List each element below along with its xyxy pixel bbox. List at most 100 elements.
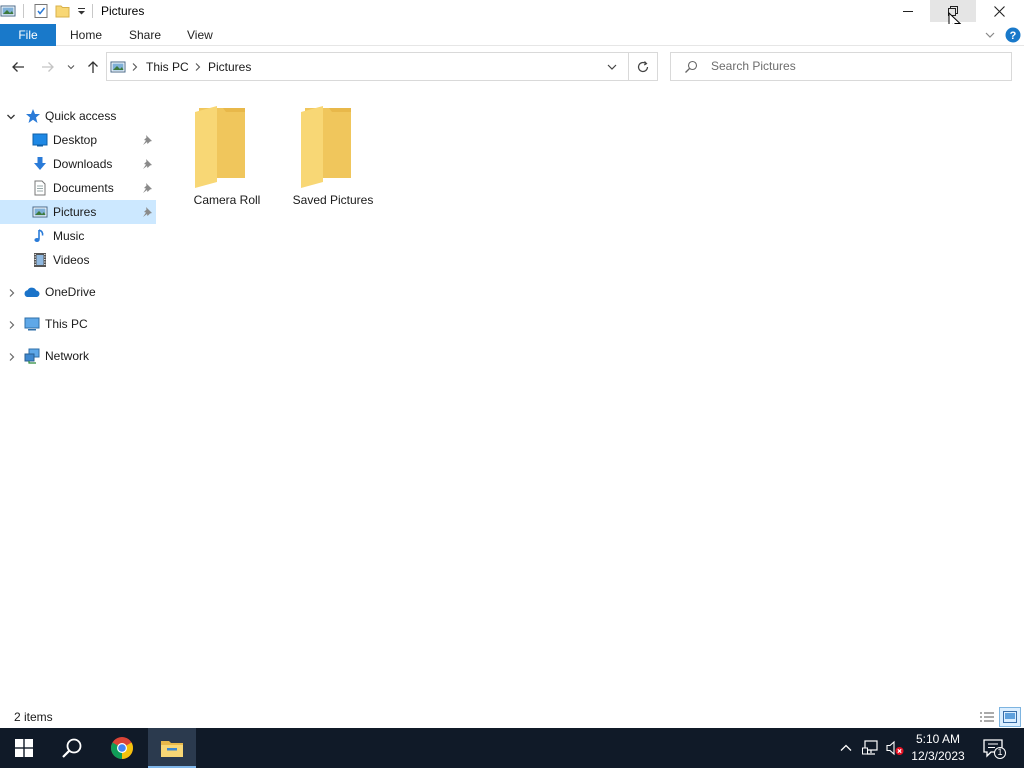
videos-icon	[32, 252, 48, 271]
status-bar: 2 items	[0, 706, 1024, 728]
volume-button[interactable]	[886, 740, 904, 759]
title-bar[interactable]: Pictures	[0, 0, 1024, 32]
chevron-down-icon	[985, 32, 995, 38]
start-button[interactable]	[0, 728, 48, 768]
pin-icon[interactable]	[141, 206, 153, 221]
up-button[interactable]	[85, 59, 101, 78]
chevron-down-icon[interactable]	[6, 111, 16, 125]
close-button[interactable]	[976, 0, 1022, 22]
minimize-icon	[903, 11, 913, 12]
expand-ribbon-button[interactable]	[984, 29, 996, 44]
notification-count: 1	[997, 746, 1003, 757]
pin-icon[interactable]	[141, 134, 153, 149]
folder-name: Saved Pictures	[292, 193, 374, 207]
tab-file[interactable]: File	[0, 24, 56, 46]
tab-home[interactable]: Home	[70, 24, 102, 46]
nav-item-onedrive[interactable]: OneDrive	[0, 280, 156, 304]
show-hidden-icons-button[interactable]	[839, 741, 853, 758]
nav-item-music[interactable]: Music	[0, 224, 156, 248]
properties-icon[interactable]	[33, 3, 49, 19]
pin-icon[interactable]	[141, 158, 153, 173]
folder-item[interactable]: Camera Roll	[179, 100, 275, 212]
nav-item-documents[interactable]: Documents	[0, 176, 156, 200]
search-box[interactable]	[670, 52, 1012, 81]
chevron-right-icon[interactable]	[7, 287, 17, 301]
onedrive-icon	[23, 284, 41, 303]
nav-label: Quick access	[45, 109, 117, 123]
large-icons-view-button[interactable]	[999, 707, 1021, 727]
taskbar: 5:10 AM 12/3/2023 1	[0, 728, 1024, 768]
folder-name: Camera Roll	[193, 193, 261, 207]
recent-locations-button[interactable]	[66, 61, 76, 75]
breadcrumb-separator-icon[interactable]	[131, 61, 139, 75]
folder-icon	[193, 106, 251, 193]
breadcrumb-separator-icon[interactable]	[194, 61, 202, 75]
close-icon	[993, 5, 1005, 17]
search-taskbar-button[interactable]	[48, 728, 96, 768]
nav-item-downloads[interactable]: Downloads	[0, 152, 156, 176]
nav-item-pictures[interactable]: Pictures	[0, 200, 156, 224]
nav-label: Documents	[53, 181, 114, 195]
chrome-taskbar-button[interactable]	[98, 728, 146, 768]
pictures-icon	[32, 204, 48, 223]
pin-icon[interactable]	[141, 182, 153, 197]
search-input[interactable]	[711, 59, 1001, 73]
new-folder-icon[interactable]	[55, 3, 71, 19]
file-explorer-taskbar-button[interactable]	[148, 728, 196, 768]
navigation-pane: Quick access Desktop Downloads Documents…	[0, 104, 156, 704]
network-icon	[24, 348, 40, 367]
file-explorer-window: Pictures File Home Share View ? This PC …	[0, 0, 1024, 728]
address-history-button[interactable]	[606, 61, 618, 76]
windows-icon	[15, 739, 33, 757]
clock-button[interactable]: 5:10 AM 12/3/2023	[908, 728, 968, 768]
network-icon	[862, 740, 878, 755]
details-view-button[interactable]	[977, 708, 997, 726]
navigation-row: This PC Pictures	[0, 47, 1024, 87]
tab-view[interactable]: View	[187, 24, 213, 46]
address-bar[interactable]: This PC Pictures	[106, 52, 658, 81]
back-button[interactable]	[10, 59, 26, 78]
nav-item-network[interactable]: Network	[0, 344, 156, 368]
breadcrumb-pictures[interactable]: Pictures	[208, 60, 251, 74]
nav-item-videos[interactable]: Videos	[0, 248, 156, 272]
title-divider	[92, 4, 93, 18]
chevron-right-icon[interactable]	[7, 319, 17, 333]
pictures-icon[interactable]	[0, 3, 16, 19]
refresh-button[interactable]	[636, 60, 650, 77]
refresh-icon	[637, 61, 649, 73]
action-center-button[interactable]: 1	[982, 738, 1006, 763]
network-status-button[interactable]	[862, 740, 880, 759]
search-icon	[684, 60, 698, 77]
folder-item[interactable]: Saved Pictures	[285, 100, 381, 212]
details-view-icon	[980, 712, 994, 722]
chevron-up-icon	[840, 744, 852, 751]
svg-text:?: ?	[1010, 30, 1017, 42]
nav-label: Desktop	[53, 133, 98, 147]
nav-label: Music	[53, 229, 85, 243]
help-button[interactable]: ?	[1005, 27, 1021, 46]
nav-item-this-pc[interactable]: This PC	[0, 312, 156, 336]
large-icons-view-icon	[1003, 711, 1017, 723]
nav-label: Pictures	[53, 205, 97, 219]
customize-qat-icon[interactable]	[74, 3, 90, 19]
nav-item-quick-access[interactable]: Quick access	[0, 104, 156, 128]
breadcrumb-this-pc[interactable]: This PC	[146, 60, 189, 74]
tab-share[interactable]: Share	[129, 24, 161, 46]
music-icon	[32, 228, 48, 247]
chrome-icon	[111, 737, 133, 759]
nav-label: Videos	[53, 253, 90, 267]
chevron-right-icon[interactable]	[7, 351, 17, 365]
clock-date: 12/3/2023	[911, 749, 965, 763]
nav-item-desktop[interactable]: Desktop	[0, 128, 156, 152]
pictures-icon	[110, 59, 126, 78]
forward-button[interactable]	[40, 59, 56, 78]
nav-label: Network	[45, 349, 90, 363]
window-title: Pictures	[101, 4, 145, 18]
nav-label: This PC	[45, 317, 88, 331]
address-divider	[628, 53, 629, 80]
star-icon	[25, 108, 41, 127]
downloads-icon	[32, 156, 48, 175]
arrow-left-icon	[12, 62, 24, 72]
help-icon: ?	[1005, 27, 1021, 43]
minimize-button[interactable]	[885, 0, 931, 22]
